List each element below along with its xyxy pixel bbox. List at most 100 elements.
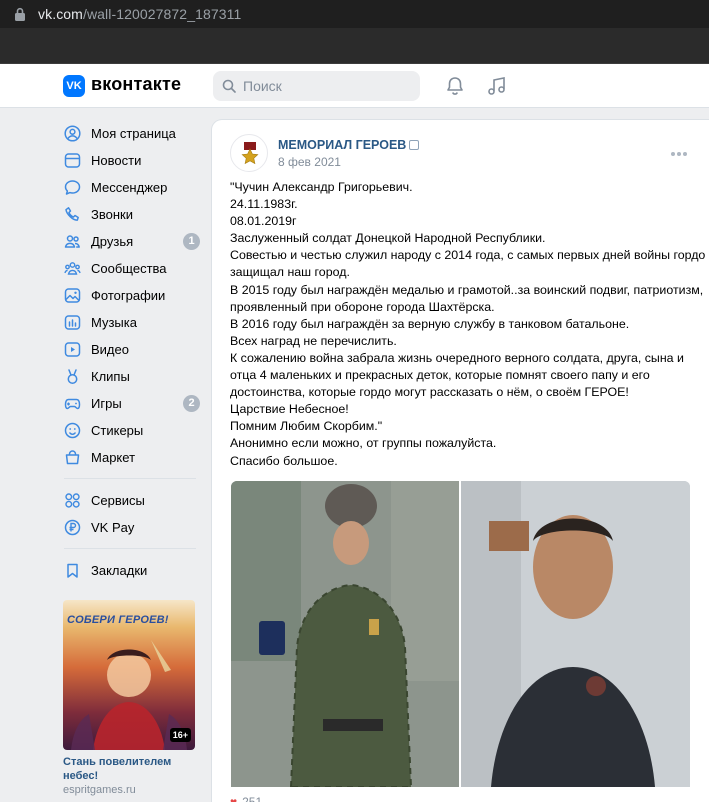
vkpay-icon bbox=[64, 519, 81, 536]
sidebar-item-label: Сервисы bbox=[91, 493, 145, 508]
vk-wordmark[interactable]: вконтакте bbox=[91, 74, 181, 95]
post-text-line: Анонимно если можно, от группы пожалуйст… bbox=[230, 436, 497, 451]
browser-toolbar bbox=[0, 28, 709, 64]
post-text-line: 24.11.1983г. bbox=[230, 197, 298, 212]
sidebar-item-label: Маркет bbox=[91, 450, 136, 465]
promo-site: espritgames.ru bbox=[63, 784, 136, 796]
sidebar-item-label: Фотографии bbox=[91, 288, 166, 303]
more-options-icon[interactable] bbox=[671, 152, 689, 158]
games-icon bbox=[64, 398, 81, 410]
sidebar-item-market[interactable]: Маркет bbox=[56, 444, 204, 471]
sidebar-item-label: Видео bbox=[91, 342, 129, 357]
message-icon bbox=[64, 180, 81, 195]
post-photo-portrait[interactable] bbox=[461, 481, 690, 787]
post-text-line: В 2016 году был награждён за верную служ… bbox=[230, 316, 630, 331]
like-count: 251 bbox=[242, 795, 263, 802]
left-sidebar: Моя страница Новости Мессенджер Звонки Д… bbox=[56, 120, 204, 584]
post-text-line: 08.01.2019г bbox=[230, 214, 297, 229]
sidebar-divider bbox=[64, 478, 196, 479]
sidebar-item-news[interactable]: Новости bbox=[56, 147, 204, 174]
post-text-line: достоинства, которые гордо могут рассказ… bbox=[230, 385, 629, 400]
post-photo-soldier-uniform[interactable] bbox=[231, 481, 459, 787]
phone-icon bbox=[65, 207, 79, 221]
sidebar-item-label: Звонки bbox=[91, 207, 133, 222]
communities-icon bbox=[64, 262, 81, 275]
sticker-icon bbox=[64, 422, 81, 439]
verified-icon bbox=[409, 140, 420, 150]
post-text-line: Помним Любим Скорбим." bbox=[230, 419, 383, 434]
market-icon bbox=[65, 450, 80, 465]
friends-icon bbox=[64, 235, 80, 248]
sidebar-item-label: Закладки bbox=[91, 563, 148, 578]
post-date[interactable]: 8 фев 2021 bbox=[278, 155, 341, 169]
services-icon bbox=[65, 493, 80, 508]
post-text-line: "Чучин Александр Григорьевич. bbox=[230, 180, 413, 194]
promo-ad[interactable]: СОБЕРИ ГЕРОЕВ! 16+ Стань повелителем неб… bbox=[63, 600, 195, 796]
sidebar-item-bookmarks[interactable]: Закладки bbox=[56, 557, 204, 584]
sidebar-item-calls[interactable]: Звонки bbox=[56, 201, 204, 228]
sidebar-item-label: Друзья bbox=[91, 234, 134, 249]
news-icon bbox=[64, 153, 81, 168]
medal-star-icon bbox=[241, 142, 259, 165]
post-text-line: Всех наград не перечислить. bbox=[230, 333, 397, 348]
sidebar-item-my-page[interactable]: Моя страница bbox=[56, 120, 204, 147]
sidebar-item-label: Новости bbox=[91, 153, 142, 168]
sidebar-item-clips[interactable]: Клипы bbox=[56, 363, 204, 390]
sidebar-item-services[interactable]: Сервисы bbox=[56, 487, 204, 514]
sidebar-item-label: Сообщества bbox=[91, 261, 167, 276]
post-text: "Чучин Александр Григорьевич. 24.11.1983… bbox=[230, 179, 706, 470]
post-text-line: защищал наш город. bbox=[230, 265, 350, 280]
url-host: vk.com bbox=[38, 6, 83, 22]
photo-icon bbox=[64, 288, 81, 303]
sidebar-item-stickers[interactable]: Стикеры bbox=[56, 417, 204, 444]
video-icon bbox=[64, 342, 81, 357]
sidebar-item-friends[interactable]: Друзья 1 bbox=[56, 228, 204, 255]
sidebar-item-communities[interactable]: Сообщества bbox=[56, 255, 204, 282]
heart-icon: ♥ bbox=[230, 795, 238, 802]
sidebar-divider bbox=[64, 548, 196, 549]
search-box[interactable] bbox=[213, 71, 420, 101]
search-icon bbox=[222, 79, 236, 93]
post-text-line: Царствие Небесное! bbox=[230, 402, 349, 417]
sidebar-item-music[interactable]: Музыка bbox=[56, 309, 204, 336]
sidebar-item-label: Игры bbox=[91, 396, 122, 411]
promo-image[interactable]: СОБЕРИ ГЕРОЕВ! 16+ bbox=[63, 600, 195, 750]
sidebar-item-vk-pay[interactable]: VK Pay bbox=[56, 514, 204, 541]
vk-logo-icon[interactable]: VK bbox=[63, 75, 85, 97]
user-circle-icon bbox=[64, 125, 81, 142]
like-button[interactable]: ♥ 251 bbox=[230, 795, 262, 802]
bell-icon[interactable] bbox=[444, 75, 466, 97]
photo-content bbox=[461, 481, 690, 787]
bookmark-icon bbox=[67, 563, 78, 578]
sidebar-item-games[interactable]: Игры 2 bbox=[56, 390, 204, 417]
post-text-line: Совестью и честью служил народу с 2014 г… bbox=[230, 248, 706, 263]
sidebar-item-label: VK Pay bbox=[91, 520, 135, 535]
post-text-line: В 2015 году был награждён медалью и грам… bbox=[230, 282, 704, 297]
games-count-badge: 2 bbox=[183, 395, 200, 412]
post-author-name: МЕМОРИАЛ ГЕРОЕВ bbox=[278, 138, 407, 152]
sidebar-item-video[interactable]: Видео bbox=[56, 336, 204, 363]
url-text[interactable]: vk.com/wall-120027872_187311 bbox=[38, 6, 241, 22]
post-text-line: Заслуженный солдат Донецкой Народной Рес… bbox=[230, 231, 546, 246]
sidebar-item-label: Стикеры bbox=[91, 423, 144, 438]
sidebar-item-label: Мессенджер bbox=[91, 180, 168, 195]
post-text-line: К сожалению война забрала жизнь очередно… bbox=[230, 350, 684, 365]
lock-icon bbox=[15, 7, 25, 21]
friends-count-badge: 1 bbox=[183, 233, 200, 250]
community-avatar[interactable] bbox=[230, 134, 268, 172]
clips-icon bbox=[67, 369, 78, 384]
music-note-icon[interactable] bbox=[486, 75, 508, 97]
vk-header: VK вконтакте bbox=[0, 64, 709, 108]
wall-post: МЕМОРИАЛ ГЕРОЕВ 8 фев 2021 "Чучин Алекса… bbox=[212, 120, 709, 802]
sidebar-item-label: Моя страница bbox=[91, 126, 176, 141]
sidebar-item-messenger[interactable]: Мессенджер bbox=[56, 174, 204, 201]
promo-title-link[interactable]: Стань повелителем небес! bbox=[63, 755, 195, 783]
music-icon bbox=[64, 315, 81, 330]
search-input[interactable] bbox=[243, 71, 413, 101]
age-rating-badge: 16+ bbox=[169, 728, 191, 742]
sidebar-item-label: Музыка bbox=[91, 315, 137, 330]
sidebar-item-photos[interactable]: Фотографии bbox=[56, 282, 204, 309]
post-author-link[interactable]: МЕМОРИАЛ ГЕРОЕВ bbox=[278, 138, 420, 152]
url-path: /wall-120027872_187311 bbox=[82, 6, 242, 22]
browser-address-bar[interactable]: vk.com/wall-120027872_187311 bbox=[0, 0, 709, 28]
